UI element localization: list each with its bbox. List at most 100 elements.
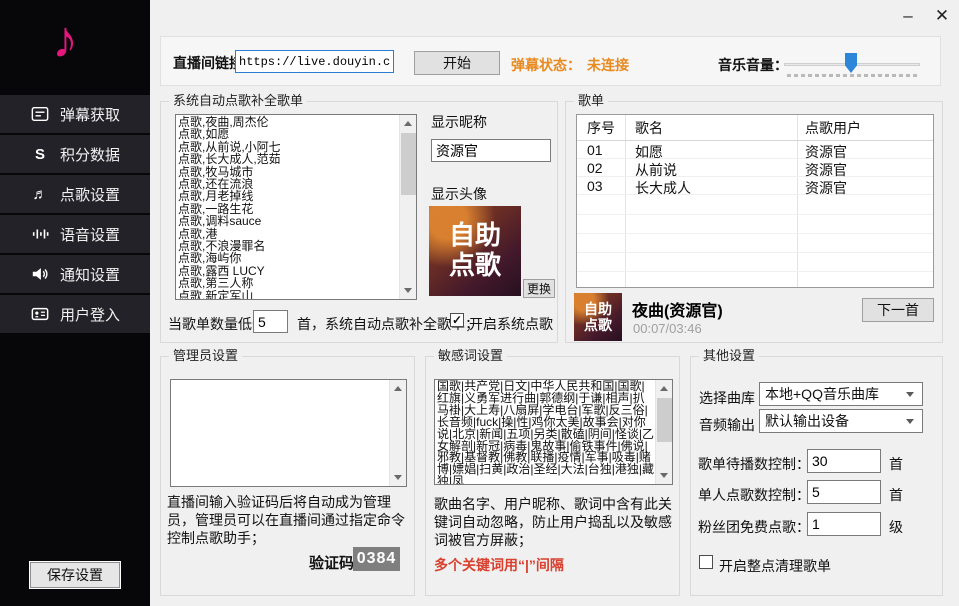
scrollbar-thumb[interactable] [657, 398, 672, 442]
list-item[interactable]: 点歌,月老掉线 [178, 190, 398, 202]
column-header-no: 序号 [587, 115, 615, 140]
now-playing-avatar: 自助 点歌 [574, 293, 622, 341]
display-avatar: 自助 点歌 [429, 206, 521, 296]
auto-playlist-listbox[interactable]: 点歌,夜曲,周杰伦 点歌,如愿 点歌,从前说,小阿七 点歌,长大成人,范茹 点歌… [175, 114, 417, 300]
start-button[interactable]: 开始 [414, 51, 500, 75]
system-song-checkbox-label: 开启系统点歌 [469, 314, 553, 334]
queue-limit-input[interactable] [807, 449, 881, 473]
table-row-empty [577, 196, 933, 215]
table-row[interactable]: 01 如愿 资源官 [577, 141, 933, 159]
sidebar-item-label: 积分数据 [60, 144, 120, 165]
scrollbar-thumb[interactable] [401, 133, 416, 195]
column-header-user: 点歌用户 [805, 115, 861, 140]
sidebar-item-notify-settings[interactable]: 通知设置 [0, 255, 150, 293]
sidebar-item-voice-settings[interactable]: 语音设置 [0, 215, 150, 253]
playlist-table: 序号 歌名 点歌用户 01 如愿 资源官 02 从前说 资源官 03 长大成人 … [576, 114, 934, 288]
top-panel: 直播间链接: 开始 弹幕状态： 未连接 音乐音量： [160, 36, 941, 86]
chevron-down-icon [906, 419, 914, 424]
sidebar: ♪ 弹幕获取 S 积分数据 ♬ 点歌设置 语音设置 [0, 0, 150, 606]
auto-playlist-title: 系统自动点歌补全歌单 [169, 93, 307, 109]
live-link-input[interactable] [235, 50, 394, 73]
danmaku-status-label: 弹幕状态： [511, 55, 581, 75]
sensitive-group: 敏感词设置 国歌|共产党|日文|中华人民共和国|国歌|红旗|义勇军进行曲|郭德纲… [425, 356, 680, 596]
admin-textarea[interactable] [170, 379, 407, 487]
table-row-empty [577, 253, 933, 272]
library-value: 本地+QQ音乐曲库 [765, 384, 879, 404]
sidebar-item-danmaku[interactable]: 弹幕获取 [0, 95, 150, 133]
scroll-down-icon[interactable] [404, 288, 412, 293]
system-song-checkbox[interactable] [450, 313, 464, 327]
avatar-label: 显示头像 [431, 184, 487, 204]
cell-no: 03 [587, 178, 603, 194]
nickname-input[interactable] [431, 139, 551, 162]
fan-club-input[interactable] [807, 512, 881, 536]
sidebar-item-user-login[interactable]: 用户登入 [0, 295, 150, 333]
points-icon: S [30, 144, 50, 164]
app-window: ♪ 弹幕获取 S 积分数据 ♬ 点歌设置 语音设置 [0, 0, 959, 606]
minimize-icon[interactable]: – [895, 4, 921, 28]
per-user-limit-input[interactable] [807, 480, 881, 504]
scroll-down-icon[interactable] [660, 473, 668, 478]
close-icon[interactable]: ✕ [929, 4, 955, 28]
sensitive-note: 歌曲名字、用户昵称、歌词中含有此关键词自动忽略，防止用户捣乱以及敏感词被官方屏蔽… [434, 495, 674, 549]
list-item[interactable]: 点歌,海屿你 [178, 252, 398, 264]
captcha-label: 验证码 [309, 552, 354, 573]
change-avatar-button[interactable]: 更换 [523, 279, 555, 298]
queue-limit-label: 歌单待播数控制： [698, 454, 810, 474]
list-item[interactable]: 点歌,长大成人,范茹 [178, 153, 398, 165]
admin-scrollbar[interactable] [389, 380, 406, 486]
per-user-limit-unit: 首 [889, 485, 903, 505]
sidebar-nav: 弹幕获取 S 积分数据 ♬ 点歌设置 语音设置 通知设置 [0, 95, 150, 335]
scroll-up-icon[interactable] [394, 386, 402, 391]
audio-output-select[interactable]: 默认输出设备 [759, 409, 923, 433]
sidebar-item-song-settings[interactable]: ♬ 点歌设置 [0, 175, 150, 213]
list-item[interactable]: 点歌,第三人称 [178, 277, 398, 289]
cell-user: 资源官 [805, 178, 847, 198]
table-row[interactable]: 03 长大成人 资源官 [577, 177, 933, 195]
now-playing-time: 00:07/03:46 [633, 321, 702, 336]
listbox-scrollbar[interactable] [399, 115, 416, 299]
cell-no: 02 [587, 160, 603, 176]
next-song-button[interactable]: 下一首 [862, 298, 934, 322]
admin-title: 管理员设置 [169, 348, 242, 364]
auto-playlist-group: 系统自动点歌补全歌单 点歌,夜曲,周杰伦 点歌,如愿 点歌,从前说,小阿七 点歌… [160, 101, 558, 343]
chevron-down-icon [906, 392, 914, 397]
list-item[interactable]: 点歌,新定军山 [178, 290, 398, 300]
hourly-clear-checkbox[interactable] [699, 555, 713, 569]
sensitive-title: 敏感词设置 [434, 348, 507, 364]
fan-club-label: 粉丝团免费点歌： [698, 517, 810, 537]
library-select[interactable]: 本地+QQ音乐曲库 [759, 382, 923, 406]
list-item[interactable]: 点歌,调料sauce [178, 215, 398, 227]
save-settings-button[interactable]: 保存设置 [30, 562, 120, 588]
avatar-text: 自助 [584, 301, 612, 317]
notify-icon [30, 264, 50, 284]
cell-song: 长大成人 [635, 178, 691, 198]
sidebar-item-label: 用户登入 [60, 304, 120, 325]
library-label: 选择曲库 [699, 388, 755, 408]
audio-output-value: 默认输出设备 [765, 411, 849, 431]
scroll-up-icon[interactable] [404, 121, 412, 126]
scroll-up-icon[interactable] [660, 386, 668, 391]
fan-club-unit: 级 [889, 517, 903, 537]
list-item[interactable]: 点歌,如愿 [178, 128, 398, 140]
audio-output-label: 音频输出 [699, 415, 755, 435]
scroll-down-icon[interactable] [394, 475, 402, 480]
sensitive-textarea[interactable]: 国歌|共产党|日文|中华人民共和国|国歌|红旗|义勇军进行曲|郭德纲|于谦|相声… [434, 379, 673, 485]
threshold-prefix: 当歌单数量低于 [168, 314, 266, 334]
sidebar-item-points[interactable]: S 积分数据 [0, 135, 150, 173]
volume-slider-ticks [787, 74, 919, 77]
captcha-value: 0384 [353, 547, 400, 571]
danmaku-status-value: 未连接 [587, 55, 629, 75]
admin-note: 直播间输入验证码后将自动成为管理员，管理员可以在直播间通过指定命令控制点歌助手； [167, 493, 410, 547]
table-row-empty [577, 272, 933, 291]
table-row-empty [577, 234, 933, 253]
sensitive-scrollbar[interactable] [655, 380, 672, 484]
threshold-input[interactable] [253, 310, 288, 333]
column-header-song: 歌名 [635, 115, 663, 140]
volume-slider-thumb[interactable] [845, 53, 857, 73]
table-row[interactable]: 02 从前说 资源官 [577, 159, 933, 177]
other-settings-group: 其他设置 选择曲库 本地+QQ音乐曲库 音频输出 默认输出设备 歌单待播数控制：… [690, 356, 943, 596]
cell-no: 01 [587, 142, 603, 158]
song-icon: ♬ [30, 184, 50, 204]
sidebar-item-label: 点歌设置 [60, 184, 120, 205]
